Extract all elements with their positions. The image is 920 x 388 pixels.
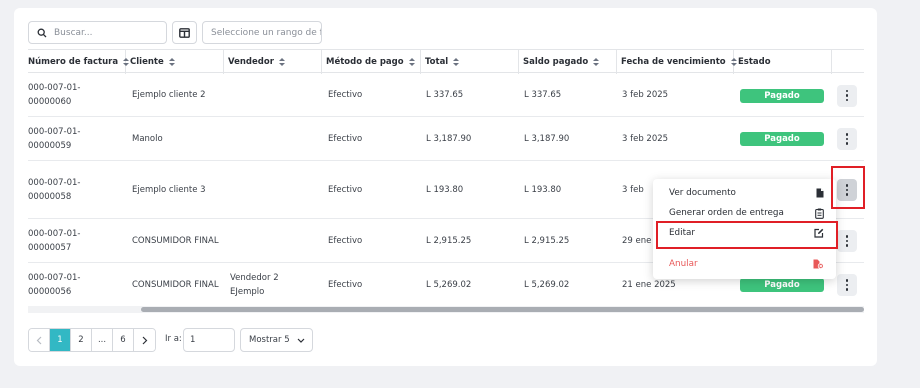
next-page-button[interactable] <box>134 329 155 351</box>
search-input[interactable] <box>54 27 154 38</box>
column-header-invoice-number[interactable]: Número de factura <box>28 50 129 74</box>
sort-icon[interactable] <box>730 57 738 67</box>
sort-icon[interactable] <box>123 57 129 67</box>
status-badge: Pagado <box>740 88 824 103</box>
total-cell: L 3,187.90 <box>426 133 472 144</box>
page-button-1[interactable]: 1 <box>50 329 71 351</box>
pagination: 1 2 ... 6 <box>28 328 156 352</box>
page-button-6[interactable]: 6 <box>113 329 134 351</box>
menu-item-label: Generar orden de entrega <box>669 208 784 218</box>
row-actions-button[interactable] <box>837 84 857 107</box>
page-size-label: Mostrar 5 <box>249 335 290 345</box>
invoice-number-cell: 000-007-01- 00000058 <box>28 177 81 202</box>
invoice-number-cell: 000-007-01- 00000057 <box>28 228 81 253</box>
menu-item-void[interactable]: Anular <box>653 255 836 273</box>
status-badge: Pagado <box>740 132 824 146</box>
sort-icon[interactable] <box>168 57 175 67</box>
client-cell: CONSUMIDOR FINAL <box>132 279 219 290</box>
clipboard-list-icon <box>815 208 824 219</box>
payment-method-cell: Efectivo <box>328 235 363 246</box>
page-size-select[interactable]: Mostrar 5 <box>240 328 313 352</box>
columns-icon <box>179 27 190 38</box>
horizontal-scrollbar[interactable] <box>28 306 864 313</box>
row-actions-button[interactable] <box>837 230 857 252</box>
menu-item-edit[interactable]: Editar <box>653 224 836 242</box>
column-header-due-date[interactable]: Fecha de vencimiento <box>617 50 738 74</box>
row-actions-button[interactable] <box>837 274 857 296</box>
due-date-cell: 3 feb 2025 <box>622 133 669 144</box>
column-header-paid-balance[interactable]: Saldo pagado <box>519 50 617 74</box>
client-cell: Ejemplo cliente 2 <box>132 90 206 100</box>
row-actions-button[interactable] <box>837 179 857 201</box>
payment-method-cell: Efectivo <box>328 279 363 290</box>
column-header-status: Estado <box>734 50 832 74</box>
paid-balance-cell: L 193.80 <box>524 184 562 195</box>
paid-balance-cell: L 337.65 <box>524 90 562 100</box>
chevron-right-icon <box>142 336 147 344</box>
date-range-picker[interactable] <box>202 21 322 44</box>
scrollbar-thumb[interactable] <box>141 307 864 312</box>
more-vertical-icon <box>845 279 849 291</box>
sort-icon[interactable] <box>408 57 415 67</box>
column-header-client[interactable]: Cliente <box>126 50 224 74</box>
invoice-number-cell: 000-007-01- 00000059 <box>28 126 81 151</box>
menu-item-view-document[interactable]: Ver documento <box>653 184 836 202</box>
invoice-number-cell: 000-007-01- 00000056 <box>28 272 81 297</box>
table-header: Número de factura Cliente Vendedor Métod… <box>28 49 864 74</box>
table-row: 000-007-01- 00000060 Ejemplo cliente 2 Efec… <box>28 74 864 117</box>
payment-method-cell: Efectivo <box>328 90 363 100</box>
goto-page-label: Ir a: <box>165 334 182 344</box>
due-date-cell: 3 feb 2025 <box>622 90 669 100</box>
column-header-actions <box>832 50 864 74</box>
search-icon <box>37 28 47 37</box>
table-row: 000-007-01- 00000059 Manolo Efectivo L 3,187… <box>28 117 864 161</box>
page-ellipsis[interactable]: ... <box>92 329 113 351</box>
more-vertical-icon <box>845 235 849 247</box>
column-header-seller[interactable]: Vendedor <box>224 50 322 74</box>
more-vertical-icon <box>845 184 849 196</box>
edit-icon <box>814 228 824 238</box>
seller-cell: Vendedor 2 EJemplo <box>230 272 279 297</box>
row-actions-menu: Ver documento Generar orden de entrega E… <box>653 179 836 279</box>
total-cell: L 193.80 <box>426 184 464 195</box>
client-cell: Ejemplo cliente 3 <box>132 184 206 195</box>
status-badge: Pagado <box>740 278 824 292</box>
menu-item-label: Anular <box>669 259 698 269</box>
payment-method-cell: Efectivo <box>328 133 363 144</box>
total-cell: L 2,915.25 <box>426 235 472 246</box>
total-cell: L 5,269.02 <box>426 279 472 290</box>
row-actions-button[interactable] <box>837 128 857 150</box>
chevron-left-icon <box>36 336 42 344</box>
more-vertical-icon <box>845 89 849 102</box>
sort-icon[interactable] <box>278 57 285 67</box>
client-cell: CONSUMIDOR FINAL <box>132 235 219 246</box>
void-document-icon <box>813 259 824 269</box>
menu-item-generate-delivery-order[interactable]: Generar orden de entrega <box>653 204 836 222</box>
total-cell: L 337.65 <box>426 90 464 100</box>
date-range-input[interactable] <box>211 27 321 38</box>
chevron-down-icon <box>297 338 305 343</box>
client-cell: Manolo <box>132 133 163 144</box>
menu-item-label: Ver documento <box>669 188 736 198</box>
column-header-total[interactable]: Total <box>421 50 519 74</box>
menu-divider <box>659 248 830 249</box>
page-button-2[interactable]: 2 <box>71 329 92 351</box>
column-header-payment-method[interactable]: Método de pago <box>322 50 421 74</box>
document-icon <box>816 188 824 198</box>
menu-item-label: Editar <box>669 228 696 238</box>
paid-balance-cell: L 2,915.25 <box>524 235 570 246</box>
search-box[interactable] <box>28 21 167 44</box>
columns-toggle-button[interactable] <box>172 21 197 44</box>
more-vertical-icon <box>845 133 849 145</box>
paid-balance-cell: L 3,187.90 <box>524 133 570 144</box>
invoice-number-cell: 000-007-01- 00000060 <box>28 83 81 107</box>
payment-method-cell: Efectivo <box>328 184 363 195</box>
sort-icon[interactable] <box>453 57 460 67</box>
goto-page-input[interactable] <box>183 328 235 352</box>
sort-icon[interactable] <box>593 57 600 67</box>
prev-page-button[interactable] <box>29 329 50 351</box>
paid-balance-cell: L 5,269.02 <box>524 279 570 290</box>
